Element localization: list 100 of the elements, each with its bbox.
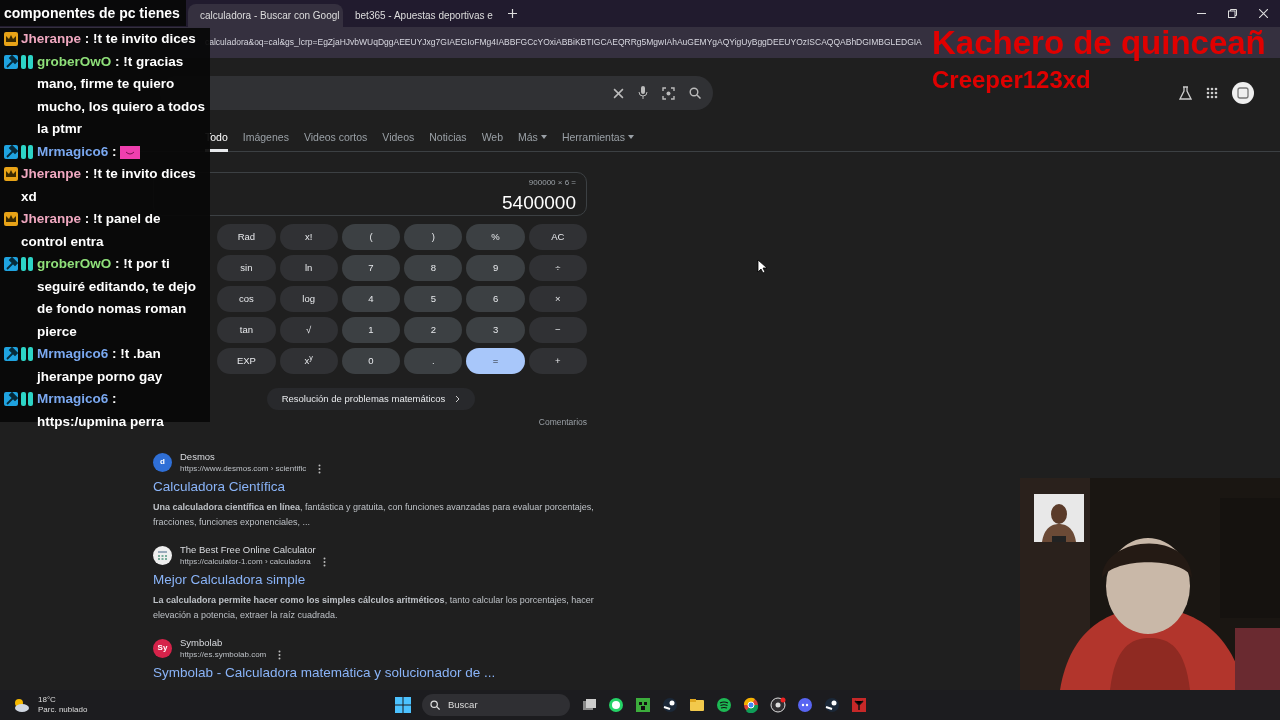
calculator-key[interactable]: ( <box>341 224 401 250</box>
equals-key[interactable]: = <box>466 348 525 374</box>
taskbar-search-field[interactable]: Buscar <box>422 694 570 716</box>
result-url: https://es.symbolab.com <box>180 648 267 660</box>
calculator-key[interactable]: + <box>528 348 587 374</box>
pixel-face-icon[interactable] <box>635 697 651 713</box>
chat-message: Mrmagico6 : https:/upmina perra <box>37 390 165 431</box>
calculator-key[interactable]: EXP <box>217 348 276 374</box>
calculator-key[interactable]: % <box>466 224 525 250</box>
calculator-key[interactable]: sin <box>217 255 276 281</box>
microphone-icon[interactable] <box>638 86 648 100</box>
chat-message: Jheranpe : !t panel de control entra <box>21 210 162 251</box>
more-options-icon[interactable] <box>278 649 282 660</box>
sound-waves-icon[interactable] <box>716 697 732 713</box>
calculator-key[interactable]: ) <box>404 224 463 250</box>
avatar-icon[interactable] <box>1232 82 1254 104</box>
calculator-key[interactable]: 6 <box>466 286 525 312</box>
restore-icon[interactable] <box>1228 9 1237 18</box>
calculator-key[interactable]: − <box>528 317 587 343</box>
calculator-key[interactable]: 3 <box>466 317 525 343</box>
hammer-badge-icon <box>4 144 18 159</box>
calculator-key[interactable]: ÷ <box>528 255 587 281</box>
stream-overlay-text: Kachero de quinceañ <box>932 24 1266 62</box>
site-favicon: d <box>153 452 172 472</box>
chevron-right-icon <box>455 395 461 404</box>
calculator-key[interactable]: 7 <box>341 255 401 281</box>
windows-start-icon[interactable] <box>395 697 411 713</box>
folder-icon[interactable] <box>689 697 705 713</box>
calculator-expression: 900000 × 6 = <box>527 177 576 189</box>
site-favicon: Sy <box>153 638 172 658</box>
site-name: Desmos <box>180 450 216 463</box>
result-title-link[interactable]: Calculadora Científica <box>153 476 286 497</box>
record-circle-icon[interactable] <box>770 697 786 713</box>
search-tab[interactable]: Herramientas <box>561 130 634 152</box>
browser-icon[interactable] <box>743 697 759 713</box>
calculator-key[interactable]: log <box>279 286 338 312</box>
chat-message: Jheranpe : !t te invito dices <box>21 30 196 48</box>
result-snippet: Una calculadora científica en línea, fantástica y gratuita, con funciones avanzadas para evaluar porcentajes, fracciones, funciones exponenciales, ... <box>153 500 595 529</box>
calculator-key[interactable]: x! <box>279 224 338 250</box>
calculator-key[interactable]: 5 <box>404 286 463 312</box>
chat-message: Mrmagico6 : <box>37 142 117 161</box>
calculator-key[interactable]: 0 <box>341 348 401 374</box>
calculator-key[interactable]: × <box>528 286 587 312</box>
chat-message: groberOwO : !t gracias mano, firme te quiero mucho, los quiero a todos la ptmr <box>37 52 205 138</box>
close-icon[interactable] <box>613 87 624 99</box>
hammer-badge-icon <box>4 54 18 69</box>
calculator-key[interactable]: 8 <box>404 255 463 281</box>
search-tab[interactable]: Videos cortos <box>303 130 368 152</box>
calculator-key[interactable]: 2 <box>404 317 463 343</box>
search-tab[interactable]: Web <box>481 130 504 152</box>
browser-tab[interactable]: bet365 - Apuestas deportivas e <box>343 4 498 27</box>
calculator-key[interactable]: ln <box>279 255 338 281</box>
hammer-badge-icon <box>4 257 18 271</box>
result-title-link[interactable]: Mejor Calculadora simple <box>153 569 306 590</box>
chat-message: componentes de pc tienes <box>0 0 186 26</box>
calculator-result: 5400000 <box>502 192 576 213</box>
hammer-badge-icon <box>4 392 18 406</box>
more-options-icon[interactable] <box>318 463 322 474</box>
calculator-key[interactable]: tan <box>217 317 276 343</box>
calculator-key[interactable]: 1 <box>341 317 401 343</box>
weather-cloud-icon[interactable] <box>12 698 30 712</box>
calculator-key[interactable]: 4 <box>341 286 401 312</box>
result-url: https://calculator-1.com › calculadora <box>180 555 311 567</box>
search-icon[interactable] <box>689 87 701 99</box>
window-stack-icon[interactable] <box>581 697 597 713</box>
search-icon <box>430 700 440 710</box>
calculator-key[interactable]: AC <box>528 224 587 250</box>
result-title-link[interactable]: Symbolab - Calculadora matemática y solucionador de ... <box>153 662 496 683</box>
close-icon[interactable] <box>1259 9 1268 18</box>
stream-overlay-text: Creeper123xd <box>932 65 1091 95</box>
hammer-badge-icon <box>4 347 18 361</box>
search-tab[interactable]: Noticias <box>429 130 467 152</box>
camera-lens-icon[interactable] <box>662 86 675 100</box>
calculator-key[interactable]: x$^{y}$ <box>279 348 338 374</box>
calculator-key[interactable]: √ <box>279 317 338 343</box>
calculator-key[interactable]: Rad <box>217 224 276 250</box>
game-controller-icon[interactable] <box>797 697 813 713</box>
chat-message: groberOwO : !t por ti seguiré editando, te dejo de fondo nomas roman pierce <box>37 255 198 341</box>
math-solver-link[interactable]: Resolución de problemas matemáticos <box>267 388 475 410</box>
calculator-key[interactable]: cos <box>217 286 276 312</box>
calculator-key[interactable]: . <box>404 348 463 374</box>
flask-icon[interactable] <box>1179 86 1192 100</box>
result-snippet: La calculadora permite hacer como los simples cálculos aritméticos, tanto calcular los porcentajes, hacer elevación a potencia, extraer la raíz cuadrada. <box>153 593 595 622</box>
site-name: The Best Free Online Calculator <box>180 543 317 556</box>
address-bar-url[interactable]: calculadora&oq=cal&gs_lcrp=EgZjaHJvbWUqDggAEEUYJxg7GIAEGIoFMg4IABBFGCcYOxiABBiKBTIGCAEQRRg5MgwIAhAuGEMYgAQYigUyBggDEEUYOzISCAQQABhDGIMBGLEDGIA <box>205 36 922 49</box>
crown-badge-icon <box>4 32 18 46</box>
search-tab[interactable]: Videos <box>382 130 415 152</box>
new-tab-icon[interactable] <box>508 9 517 18</box>
calculator-key[interactable]: 9 <box>466 255 525 281</box>
more-options-icon[interactable] <box>322 556 326 567</box>
chat-message: Mrmagico6 : !t .ban jheranpe porno gay <box>37 345 164 386</box>
result-url: https://www.desmos.com › scientific <box>180 462 307 474</box>
calculator-favicon-icon <box>153 545 172 565</box>
crown-badge-icon <box>4 167 18 181</box>
apps-grid-icon[interactable] <box>1206 87 1218 99</box>
chat-message: Jheranpe : !t te invito dices xd <box>21 165 197 206</box>
weather-text: Parc. nublado <box>38 705 88 715</box>
browser-tab[interactable]: calculadora - Buscar con Googl <box>188 4 343 27</box>
search-tab[interactable]: Imágenes <box>242 130 289 152</box>
search-tab[interactable]: Más <box>518 130 547 152</box>
